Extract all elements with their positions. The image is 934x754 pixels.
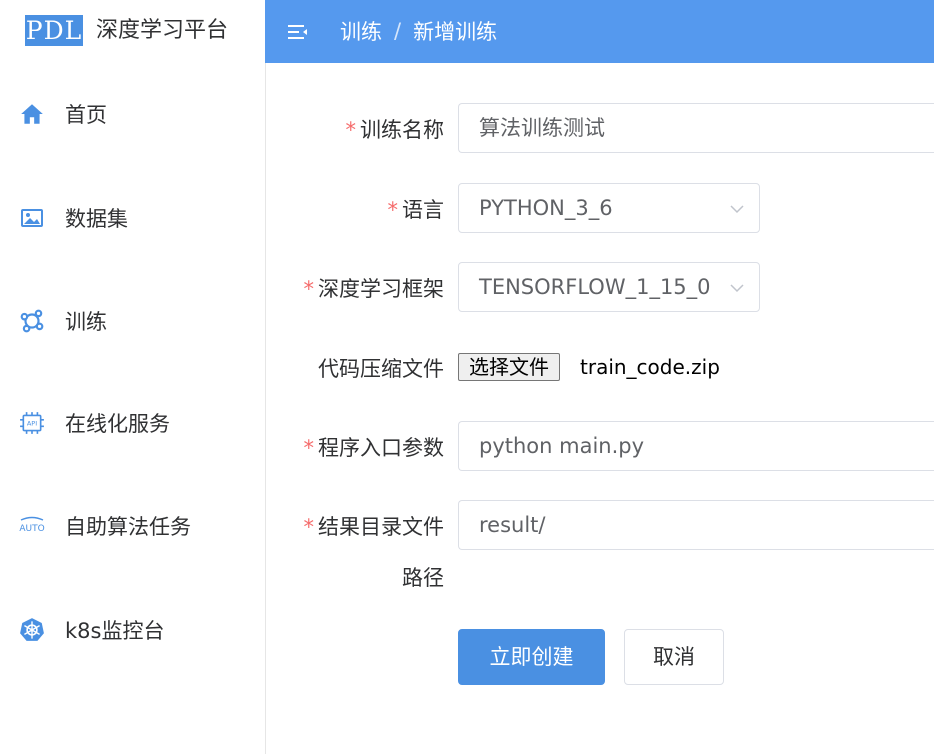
breadcrumb-item-training[interactable]: 训练 [340, 16, 382, 46]
nodes-icon [18, 307, 46, 335]
auto-icon: AUTO [18, 512, 46, 540]
framework-select-value: TENSORFLOW_1_15_0 [479, 275, 711, 299]
form-row-entry: * 程序入口参数 python main.py [265, 421, 934, 471]
menu-collapse-icon[interactable] [286, 20, 310, 44]
framework-label: * 深度学习框架 [303, 277, 445, 301]
form-row-language: * 语言 PYTHON_3_6 [265, 183, 934, 233]
home-icon [18, 100, 46, 128]
chevron-down-icon [730, 205, 744, 214]
form-row-result-path: * 结果目录文件 路径 result/ [265, 500, 934, 595]
create-button[interactable]: 立即创建 [458, 629, 605, 685]
sidebar-item-label: 自助算法任务 [65, 515, 191, 539]
sidebar-item-label: 在线化服务 [65, 412, 170, 436]
language-select-value: PYTHON_3_6 [479, 196, 613, 220]
sidebar-item-training[interactable]: 训练 [0, 291, 265, 351]
entry-label: * 程序入口参数 [303, 436, 445, 460]
sidebar-item-home[interactable]: 首页 [0, 84, 265, 144]
form-row-framework: * 深度学习框架 TENSORFLOW_1_15_0 [265, 262, 934, 312]
training-name-input[interactable]: 算法训练测试 [458, 103, 934, 153]
result-path-label: * 结果目录文件 [303, 515, 445, 539]
selected-file-name: train_code.zip [580, 355, 720, 379]
brand[interactable]: PDL 深度学习平台 [0, 0, 265, 63]
required-mark: * [303, 277, 315, 301]
sidebar-item-dataset[interactable]: 数据集 [0, 188, 265, 248]
api-chip-icon: API [18, 409, 46, 437]
sidebar-item-label: 数据集 [65, 207, 128, 231]
svg-text:API: API [27, 420, 37, 428]
language-select[interactable]: PYTHON_3_6 [458, 183, 760, 233]
app-title: 深度学习平台 [96, 18, 229, 43]
sidebar-item-label: 首页 [65, 103, 107, 127]
sidebar-item-label: 训练 [65, 310, 107, 334]
sidebar-item-k8s-monitor[interactable]: k8s监控台 [0, 600, 265, 660]
form-row-code-file: 代码压缩文件 选择文件 train_code.zip [265, 353, 934, 383]
image-icon [18, 204, 46, 232]
form-row-name: * 训练名称 算法训练测试 [265, 103, 934, 153]
sidebar-item-self-service-algorithm[interactable]: AUTO 自助算法任务 [0, 496, 265, 556]
required-mark: * [387, 198, 399, 222]
kubernetes-icon [18, 616, 46, 644]
result-path-input[interactable]: result/ [458, 500, 934, 550]
svg-text:AUTO: AUTO [19, 524, 44, 534]
breadcrumb: 训练 / 新增训练 [340, 16, 497, 46]
choose-file-button[interactable]: 选择文件 [458, 353, 560, 381]
required-mark: * [303, 515, 315, 539]
chevron-down-icon [730, 284, 744, 293]
sidebar-item-label: k8s监控台 [65, 619, 165, 643]
required-mark: * [303, 436, 315, 460]
entry-params-input[interactable]: python main.py [458, 421, 934, 471]
sidebar: PDL 深度学习平台 首页 数据集 训练 API 在线化服务 AUTO 自助算法… [0, 0, 266, 754]
top-header: 训练 / 新增训练 [265, 0, 934, 63]
breadcrumb-item-new-training: 新增训练 [413, 20, 498, 44]
logo: PDL [25, 15, 83, 46]
sidebar-item-online-service[interactable]: API 在线化服务 [0, 393, 265, 453]
breadcrumb-separator: / [394, 19, 402, 43]
code-file-label: 代码压缩文件 [318, 357, 444, 381]
name-label: * 训练名称 [345, 118, 445, 142]
result-path-label-line2: 路径 [402, 566, 444, 590]
language-label: * 语言 [387, 198, 445, 222]
required-mark: * [345, 118, 357, 142]
cancel-button[interactable]: 取消 [624, 629, 724, 685]
framework-select[interactable]: TENSORFLOW_1_15_0 [458, 262, 760, 312]
